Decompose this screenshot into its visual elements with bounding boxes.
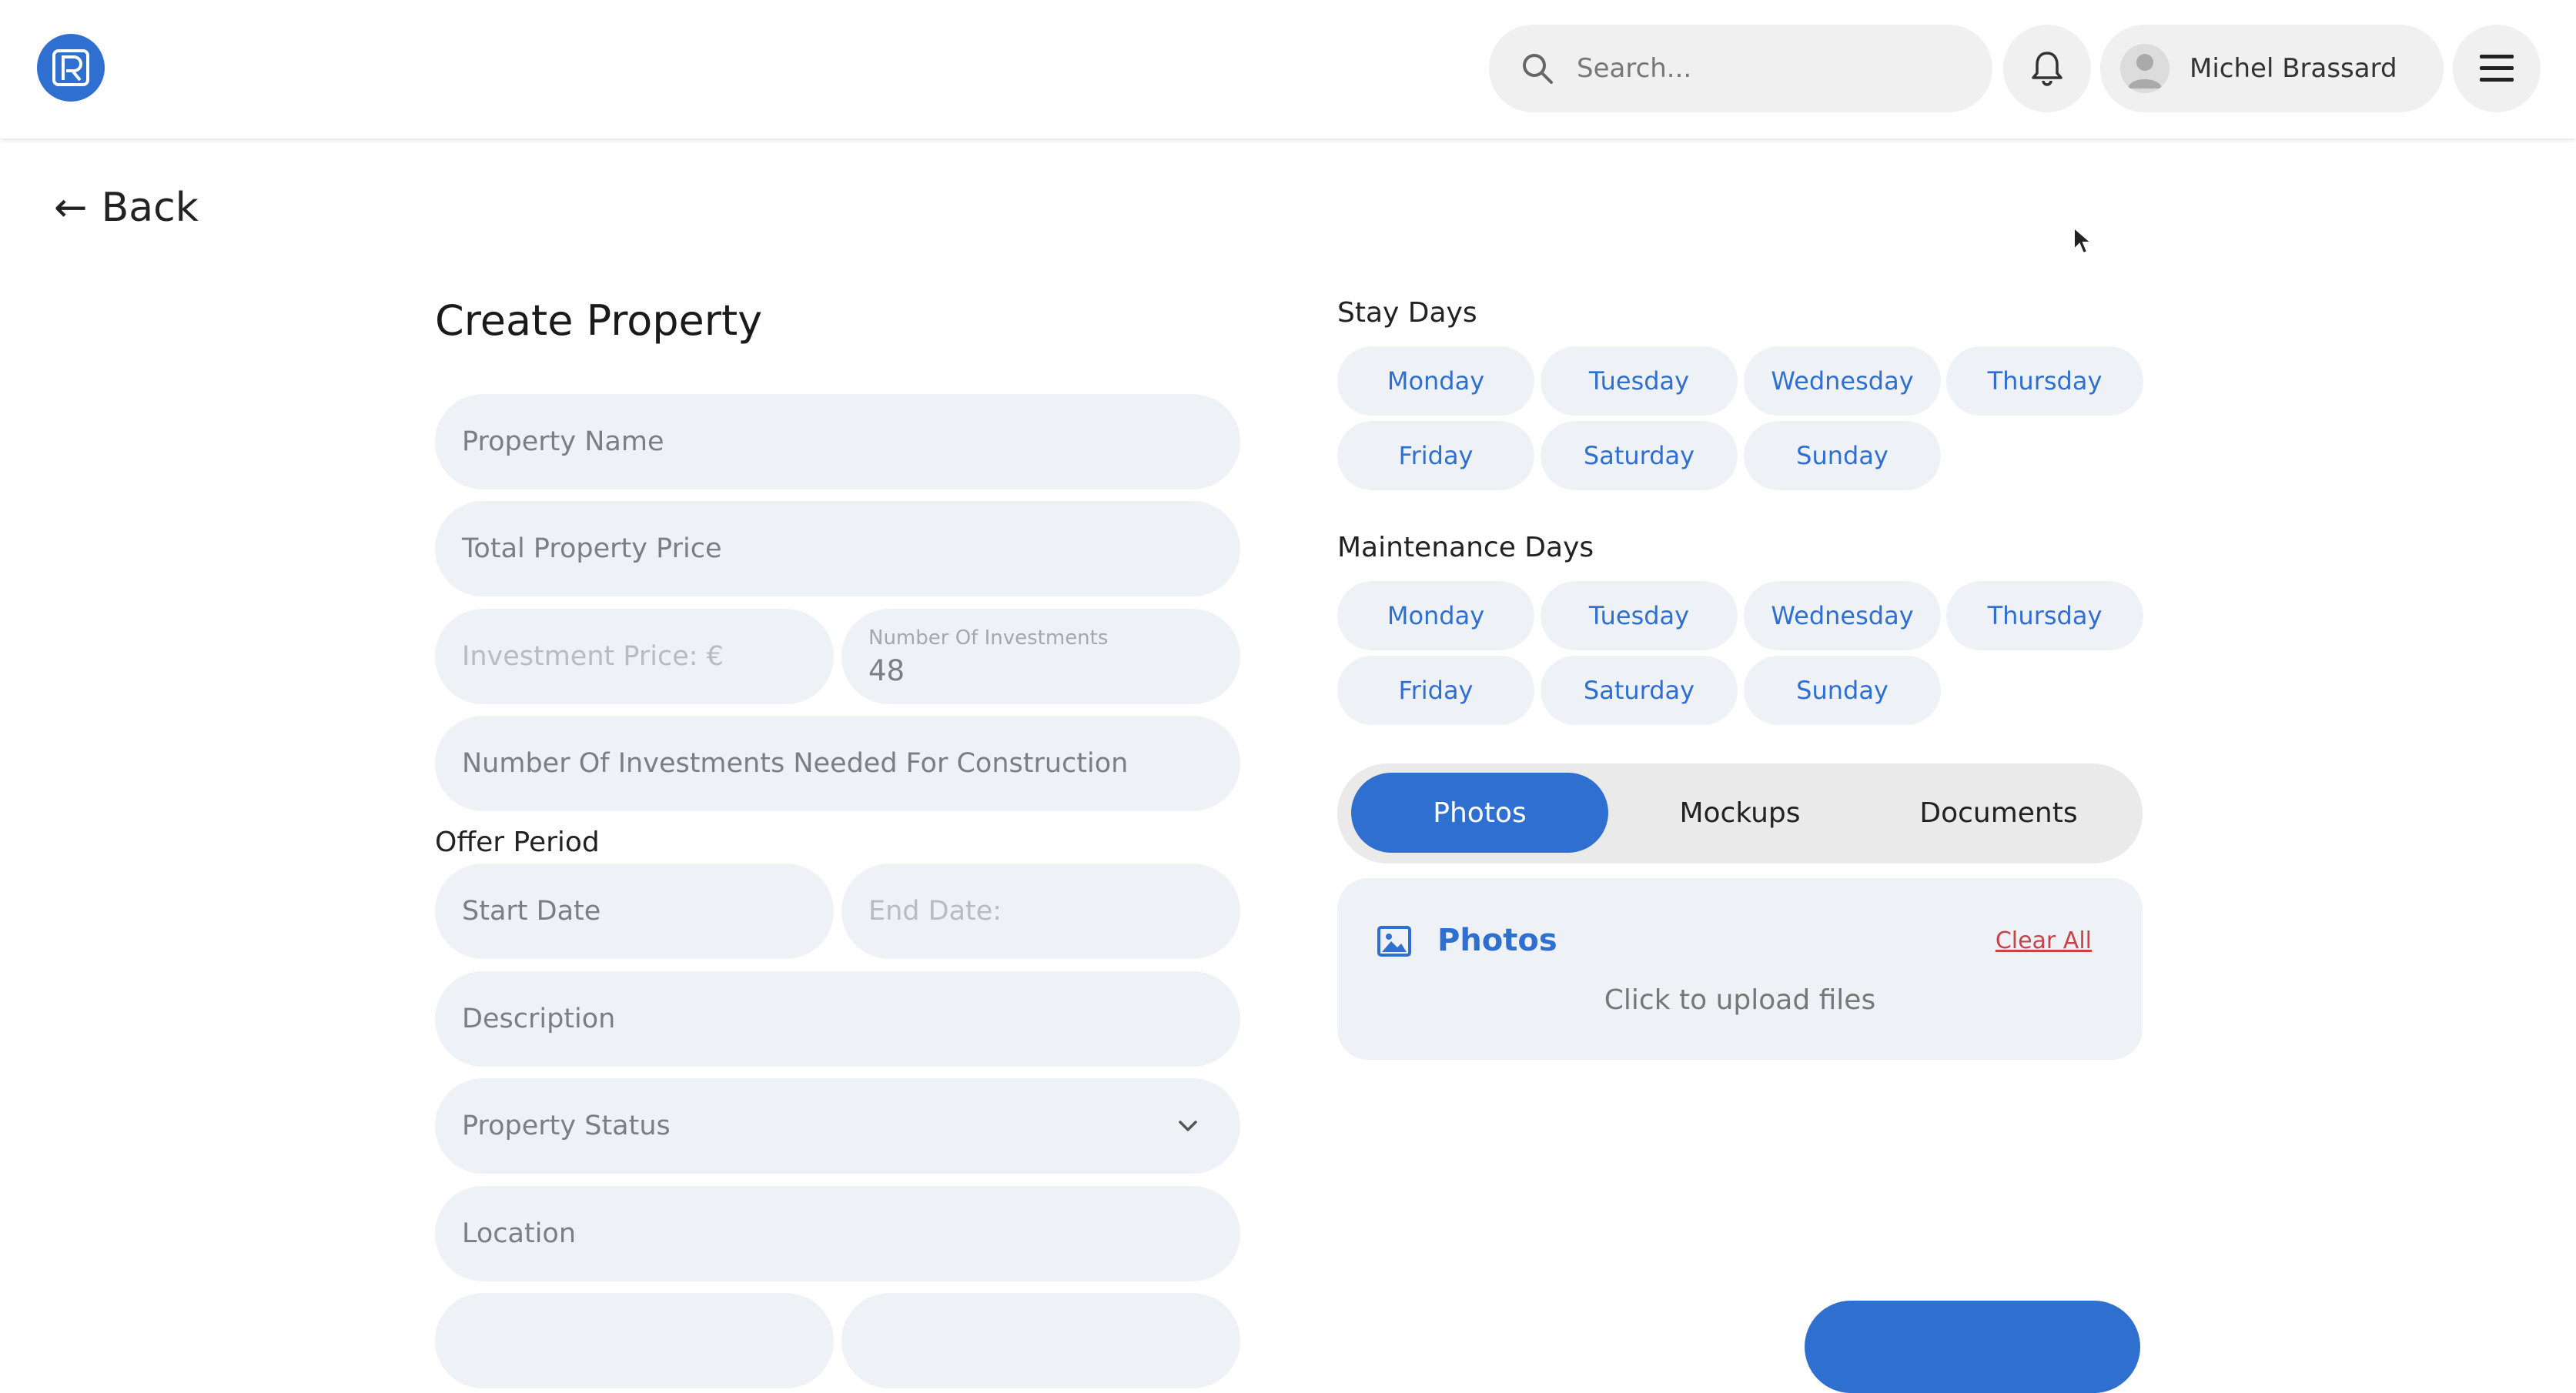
investments-needed-placeholder: Number Of Investments Needed For Constru… — [462, 748, 1129, 779]
description-placeholder: Description — [462, 1004, 616, 1034]
hamburger-icon — [2480, 55, 2514, 82]
stay-day-saturday[interactable]: Saturday — [1541, 421, 1738, 490]
stay-day-wednesday[interactable]: Wednesday — [1744, 346, 1941, 416]
avatar — [2120, 44, 2170, 93]
property-status-select[interactable]: Property Status — [435, 1078, 1240, 1174]
search-input[interactable] — [1577, 53, 1946, 84]
upload-title: Photos — [1437, 923, 1557, 958]
photos-upload-area[interactable]: Photos Clear All Click to upload files — [1337, 878, 2143, 1060]
maintenance-days-label: Maintenance Days — [1337, 532, 1594, 563]
maintenance-day-thursday[interactable]: Thursday — [1946, 581, 2143, 650]
back-button[interactable]: ← Back — [54, 185, 199, 231]
clear-all-link[interactable]: Clear All — [1996, 927, 2092, 954]
description-field[interactable]: Description — [435, 971, 1240, 1067]
stay-days-label: Stay Days — [1337, 297, 1477, 329]
back-label: Back — [101, 185, 199, 231]
stay-day-tuesday[interactable]: Tuesday — [1541, 346, 1738, 416]
arrow-left-icon: ← — [54, 185, 88, 231]
chevron-down-icon — [1179, 1121, 1197, 1131]
investment-price-field[interactable]: Investment Price: € — [435, 609, 834, 704]
property-name-field[interactable]: Property Name — [435, 394, 1240, 489]
tab-mockups[interactable]: Mockups — [1611, 773, 1868, 853]
app-logo-icon[interactable] — [37, 34, 105, 102]
maintenance-day-tuesday[interactable]: Tuesday — [1541, 581, 1738, 650]
stay-day-sunday[interactable]: Sunday — [1744, 421, 1941, 490]
top-header: Michel Brassard — [0, 0, 2576, 139]
upload-hint: Click to upload files — [1604, 984, 1876, 1016]
maintenance-day-saturday[interactable]: Saturday — [1541, 656, 1738, 725]
maintenance-day-sunday[interactable]: Sunday — [1744, 656, 1941, 725]
maintenance-day-monday[interactable]: Monday — [1337, 581, 1534, 650]
start-date-placeholder: Start Date — [462, 896, 601, 927]
property-status-placeholder: Property Status — [462, 1111, 671, 1141]
number-of-investments-field[interactable]: Number Of Investments 48 — [841, 609, 1240, 704]
user-menu[interactable]: Michel Brassard — [2100, 25, 2444, 112]
stay-day-friday[interactable]: Friday — [1337, 421, 1534, 490]
offer-period-label: Offer Period — [435, 827, 600, 858]
maintenance-day-wednesday[interactable]: Wednesday — [1744, 581, 1941, 650]
tab-documents[interactable]: Documents — [1870, 773, 2127, 853]
end-date-field[interactable]: End Date: — [841, 864, 1240, 959]
end-date-placeholder: End Date: — [868, 896, 1002, 927]
maintenance-day-friday[interactable]: Friday — [1337, 656, 1534, 725]
image-icon — [1377, 926, 1411, 957]
start-date-field[interactable]: Start Date — [435, 864, 834, 959]
media-tabs: Photos Mockups Documents — [1337, 763, 2143, 864]
location-field[interactable]: Location — [435, 1186, 1240, 1281]
submit-button[interactable] — [1805, 1301, 2140, 1393]
next-field-left[interactable] — [435, 1293, 834, 1388]
stay-day-monday[interactable]: Monday — [1337, 346, 1534, 416]
bell-icon — [2032, 52, 2062, 86]
page-title: Create Property — [435, 296, 763, 345]
notifications-button[interactable] — [2003, 25, 2091, 112]
total-price-placeholder: Total Property Price — [462, 533, 722, 564]
mouse-cursor-icon — [2073, 226, 2093, 255]
hamburger-menu-button[interactable] — [2453, 25, 2541, 112]
stay-day-thursday[interactable]: Thursday — [1946, 346, 2143, 416]
next-field-right[interactable] — [841, 1293, 1240, 1388]
investment-price-placeholder: Investment Price: € — [462, 641, 724, 672]
number-of-investments-label: Number Of Investments — [868, 626, 1109, 650]
location-placeholder: Location — [462, 1218, 577, 1249]
total-price-field[interactable]: Total Property Price — [435, 501, 1240, 596]
user-avatar-icon — [2128, 54, 2162, 89]
number-of-investments-value: 48 — [868, 653, 905, 687]
search-icon — [1523, 54, 1553, 84]
user-name: Michel Brassard — [2190, 53, 2397, 84]
property-name-placeholder: Property Name — [462, 426, 664, 457]
tab-photos[interactable]: Photos — [1351, 773, 1608, 853]
investments-needed-field[interactable]: Number Of Investments Needed For Constru… — [435, 716, 1240, 811]
search-bar[interactable] — [1489, 25, 1992, 112]
